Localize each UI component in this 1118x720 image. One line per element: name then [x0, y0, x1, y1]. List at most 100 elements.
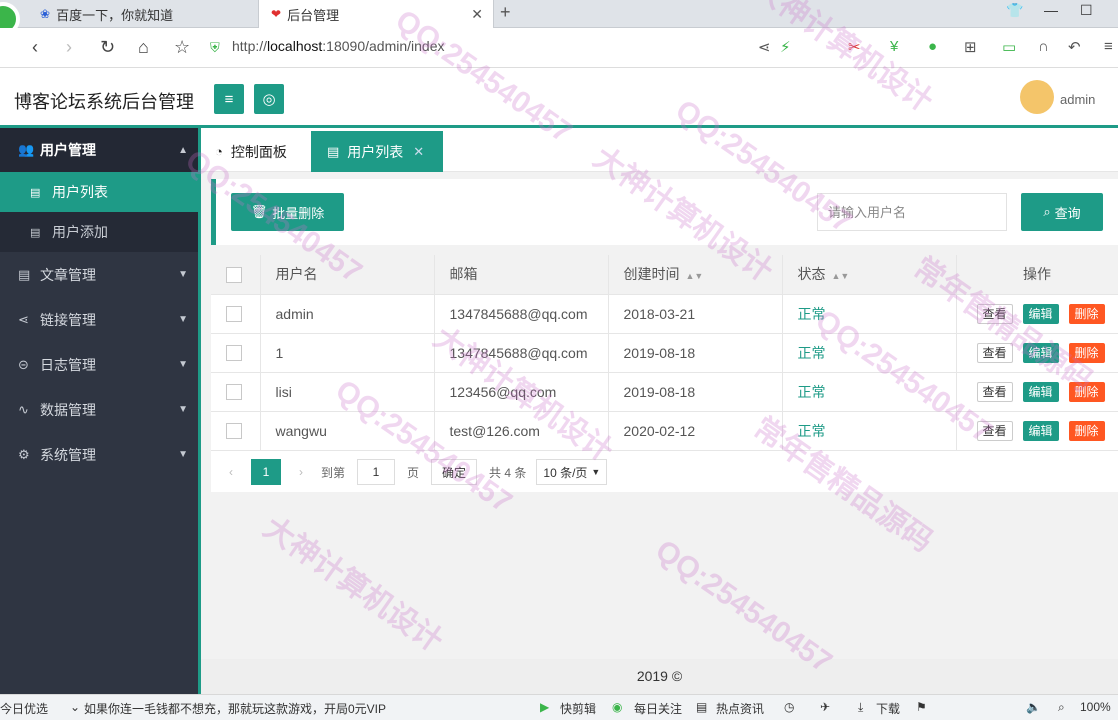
query-button[interactable]: ⌕ 查询 — [1021, 193, 1103, 231]
sidebar-item-links[interactable]: ⋖ 链接管理 ▼ — [0, 297, 200, 342]
status-left-label[interactable]: 今日优选 — [0, 700, 48, 717]
delete-button[interactable]: 删除 — [1068, 420, 1105, 441]
undo-icon[interactable]: ↶ — [1068, 38, 1081, 56]
maximize-icon[interactable]: ☐ — [1080, 2, 1093, 19]
tab-user-list[interactable]: ▤ 用户列表 ✕ — [311, 131, 443, 172]
menu-toggle-button[interactable]: ≡ — [214, 84, 244, 114]
star-icon[interactable]: ☆ — [174, 37, 190, 58]
prev-page-icon[interactable]: ‹ — [229, 465, 233, 479]
share-icon[interactable]: ⋖ — [758, 38, 771, 56]
edit-button[interactable]: 编辑 — [1022, 342, 1059, 363]
sidebar-item-system[interactable]: ⚙ 系统管理 ▼ — [0, 432, 200, 477]
sidebar-item-data[interactable]: ∿ 数据管理 ▼ — [0, 387, 200, 432]
sort-icon[interactable]: ▲▼ — [686, 271, 704, 281]
tab-label: 控制面板 — [230, 143, 287, 160]
back-icon[interactable]: ‹ — [32, 37, 38, 58]
page-input[interactable]: 1 — [357, 459, 396, 485]
browser-tab-admin[interactable]: ❤ 后台管理 ✕ — [258, 0, 494, 28]
col-created[interactable]: 创建时间 ▲▼ — [608, 255, 783, 295]
cell-email: 1347845688@qq.com — [434, 333, 609, 373]
row-checkbox[interactable] — [226, 306, 242, 323]
sort-icon[interactable]: ▲▼ — [832, 271, 850, 281]
delete-button[interactable]: 删除 — [1068, 381, 1105, 402]
shirt-icon[interactable]: 👕 — [1006, 2, 1023, 19]
view-button[interactable]: 查看 — [976, 303, 1013, 324]
globe-icon: ◎ — [262, 91, 276, 108]
url-field[interactable]: http://localhost:18090/admin/index — [232, 38, 445, 54]
table-row: wangwu test@126.com 2020-02-12 正常 查看 编辑 删除 — [211, 411, 1118, 451]
apps-icon[interactable]: ⊞ — [964, 38, 977, 56]
menu-icon[interactable]: ≡ — [1104, 38, 1113, 55]
edit-button[interactable]: 编辑 — [1022, 303, 1059, 324]
view-button[interactable]: 查看 — [976, 342, 1013, 363]
sidebar-item-label: 链接管理 — [40, 311, 96, 328]
avatar[interactable] — [1020, 80, 1054, 114]
next-page-icon[interactable]: › — [299, 465, 303, 479]
cell-status: 正常 — [782, 294, 957, 334]
chevron-down-icon: ⌄ — [70, 700, 81, 714]
volume-icon[interactable]: 🔈 — [1026, 700, 1041, 714]
delete-button[interactable]: 删除 — [1068, 342, 1105, 363]
scissors-icon[interactable]: ✂ — [848, 38, 861, 56]
cell-created: 2020-02-12 — [608, 411, 783, 451]
sidebar-item-label: 文章管理 — [40, 266, 96, 283]
edit-button[interactable]: 编辑 — [1022, 381, 1059, 402]
caret-down-icon: ▼ — [178, 269, 188, 280]
status-ad-text[interactable]: 如果你连一毛钱都不想充，那就玩这款游戏，开局0元VIP — [84, 700, 386, 717]
sidebar-item-articles[interactable]: ▤ 文章管理 ▼ — [0, 252, 200, 297]
content-tabs: ◔ 控制面板 ▤ 用户列表 ✕ — [201, 131, 1118, 172]
forward-icon[interactable]: › — [66, 37, 72, 58]
sidebar-item-label: 用户管理 — [40, 142, 96, 158]
sidebar-item-users[interactable]: 👥 用户管理 ▲ — [0, 128, 200, 172]
col-email: 邮箱 — [434, 255, 609, 295]
view-button[interactable]: 查看 — [976, 420, 1013, 441]
minimize-icon[interactable]: — — [1044, 2, 1058, 18]
status-item[interactable]: 每日关注 — [634, 700, 682, 717]
home-icon[interactable]: ⌂ — [138, 37, 149, 58]
search-input[interactable] — [817, 193, 1007, 231]
status-item[interactable]: 热点资讯 — [716, 700, 764, 717]
col-actions: 操作 — [956, 255, 1118, 295]
news-icon: ▤ — [696, 700, 708, 714]
delete-button[interactable]: 删除 — [1068, 303, 1105, 324]
row-checkbox[interactable] — [226, 423, 242, 440]
url-scheme: http:// — [232, 38, 268, 54]
col-status[interactable]: 状态 ▲▼ — [782, 255, 957, 295]
caret-down-icon: ▼ — [178, 449, 188, 460]
page-confirm-button[interactable]: 确定 — [431, 459, 478, 485]
page-current[interactable]: 1 — [251, 459, 281, 485]
page-unit-label: 页 — [407, 465, 420, 480]
user-name[interactable]: admin — [1060, 92, 1095, 107]
sidebar-item-logs[interactable]: ⊝ 日志管理 ▼ — [0, 342, 200, 387]
table-row: lisi 123456@qq.com 2019-08-18 正常 查看 编辑 删除 — [211, 372, 1118, 412]
green-circle-icon[interactable]: ● — [928, 38, 937, 55]
close-icon[interactable]: ✕ — [413, 144, 424, 160]
globe-button[interactable]: ◎ — [254, 84, 284, 114]
download-icon: ⤓ — [858, 700, 864, 714]
sidebar-subitem-user-add[interactable]: ▤ 用户添加 — [0, 212, 200, 252]
main-content: ◔ 控制面板 ▤ 用户列表 ✕ 🗑 批量删除 ⌕ 查询 用户名 邮箱 — [201, 131, 1118, 694]
reload-icon[interactable]: ↻ — [100, 37, 115, 58]
new-tab-icon[interactable]: + — [500, 2, 511, 23]
page-size-select[interactable]: 10 条/页 ▼ — [536, 459, 608, 485]
select-all-checkbox[interactable] — [226, 266, 242, 283]
clock-icon: ◷ — [784, 700, 795, 714]
sidebar-subitem-user-list[interactable]: ▤ 用户列表 — [0, 172, 200, 212]
battery-icon[interactable]: ▭ — [1002, 38, 1016, 56]
batch-delete-button[interactable]: 🗑 批量删除 — [231, 193, 344, 231]
zoom-level[interactable]: 100% — [1080, 700, 1111, 714]
row-checkbox[interactable] — [226, 384, 242, 401]
row-checkbox[interactable] — [226, 345, 242, 362]
edit-button[interactable]: 编辑 — [1022, 420, 1059, 441]
tab-dashboard[interactable]: ◔ 控制面板 — [201, 131, 311, 172]
lightning-icon[interactable]: ⚡ — [780, 38, 791, 56]
close-tab-icon[interactable]: ✕ — [471, 6, 483, 23]
view-button[interactable]: 查看 — [976, 381, 1013, 402]
status-item[interactable]: 快剪辑 — [560, 700, 596, 717]
batch-delete-label: 批量删除 — [272, 205, 325, 221]
browser-tab-baidu[interactable]: ❀ 百度一下，你就知道 — [28, 0, 256, 28]
yen-icon[interactable]: ¥ — [890, 38, 898, 55]
toolbar: 🗑 批量删除 ⌕ 查询 — [211, 179, 1118, 245]
headphone-icon[interactable]: ∩ — [1038, 38, 1049, 55]
status-item[interactable]: 下载 — [876, 700, 900, 717]
